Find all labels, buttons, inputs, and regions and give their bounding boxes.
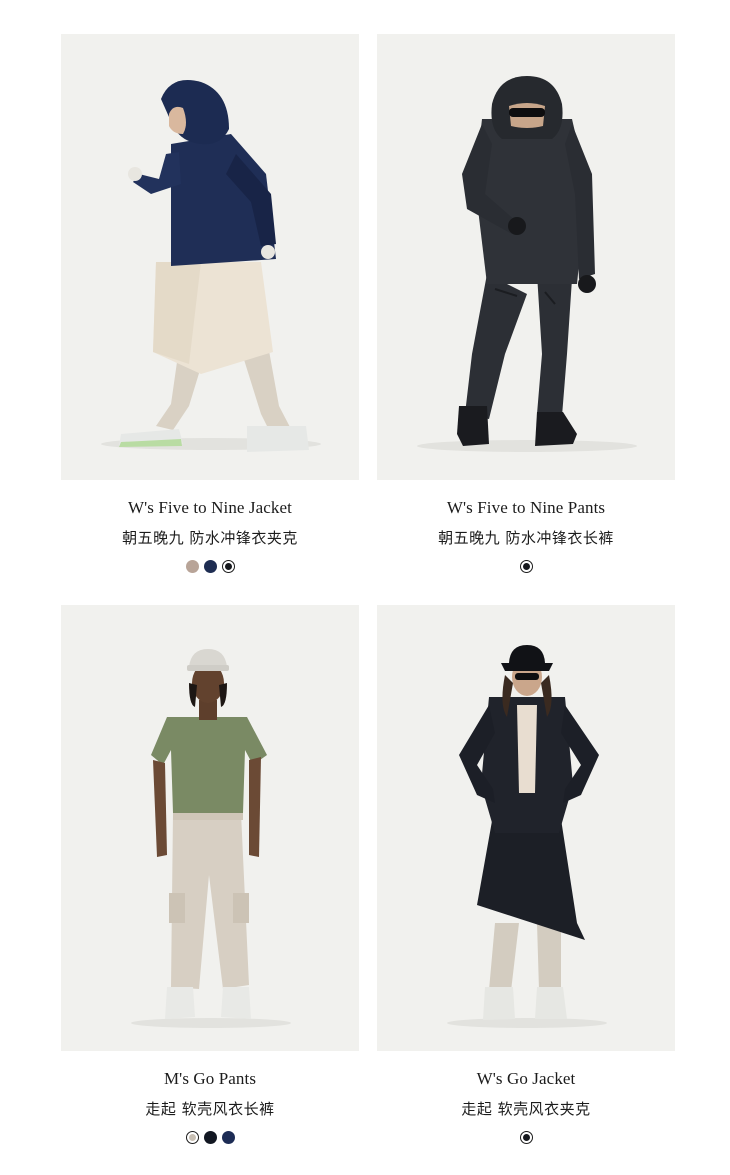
color-swatch[interactable] [203,1131,217,1144]
color-swatch[interactable] [203,560,217,573]
color-swatch[interactable] [221,560,235,573]
product-photo-navy-jacket [101,80,321,452]
color-swatch[interactable] [185,560,199,573]
color-swatches [61,560,359,574]
product-name-cn[interactable]: 朝五晚九 防水冲锋衣长裤 [377,529,675,547]
product-card[interactable]: W's Go Jacket 走起 软壳风衣夹克 [377,605,675,1145]
product-card[interactable]: W's Five to Nine Pants 朝五晚九 防水冲锋衣长裤 [377,34,675,574]
product-image[interactable] [61,605,359,1051]
color-swatch[interactable] [221,1131,235,1144]
color-swatch[interactable] [185,1131,199,1144]
product-name-cn[interactable]: 朝五晚九 防水冲锋衣夹克 [61,529,359,547]
product-card[interactable]: W's Five to Nine Jacket 朝五晚九 防水冲锋衣夹克 [61,34,359,574]
color-swatches [377,1131,675,1145]
product-name-en[interactable]: W's Five to Nine Jacket [61,498,359,518]
product-photo-black-jacket [447,645,607,1028]
product-image[interactable] [377,605,675,1051]
product-photo-beige-pants [131,649,291,1028]
product-name-en[interactable]: W's Five to Nine Pants [377,498,675,518]
product-name-cn[interactable]: 走起 软壳风衣长裤 [61,1100,359,1118]
product-name-en[interactable]: M's Go Pants [61,1069,359,1089]
product-name-cn[interactable]: 走起 软壳风衣夹克 [377,1100,675,1118]
color-swatches [61,1131,359,1145]
product-card[interactable]: M's Go Pants 走起 软壳风衣长裤 [61,605,359,1145]
color-swatch[interactable] [519,1131,533,1144]
product-image[interactable] [61,34,359,480]
color-swatches [377,560,675,574]
product-grid: W's Five to Nine Jacket 朝五晚九 防水冲锋衣夹克 W's… [0,0,730,1175]
product-photo-black-pants [417,76,637,452]
product-image[interactable] [377,34,675,480]
product-name-en[interactable]: W's Go Jacket [377,1069,675,1089]
color-swatch[interactable] [519,560,533,573]
